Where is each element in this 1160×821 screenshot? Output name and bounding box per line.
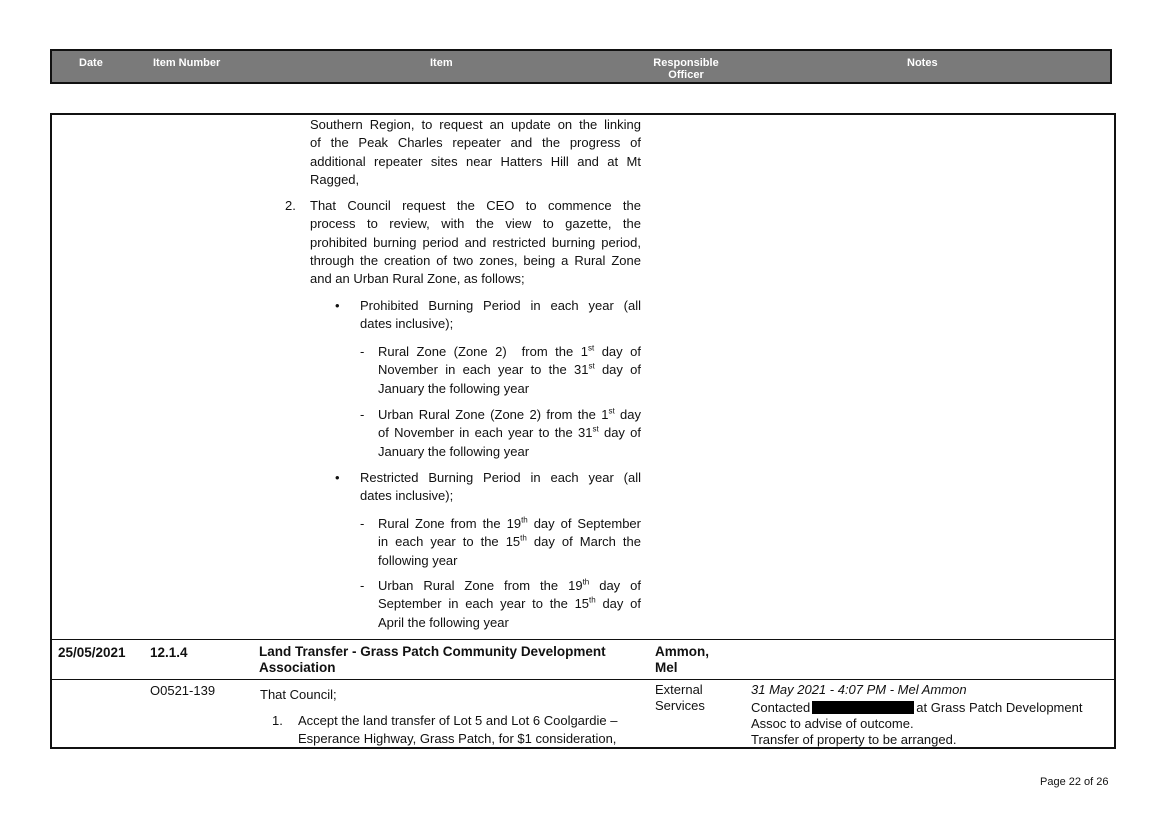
entry-title: Land Transfer - Grass Patch Community De… [259,644,606,676]
responsible-line1: External [655,682,703,697]
text-line: Accept the land transfer of Lot 5 and Lo… [298,713,618,728]
dash-icon: - [360,344,365,359]
dash-icon: - [360,578,365,593]
note-contacted: Contacted [751,700,811,715]
resolution-item-1: Accept the land transfer of Lot 5 and Lo… [298,712,641,749]
bullet-prohibited: Prohibited Burning Period in each year (… [360,297,641,334]
bullet-restricted: Restricted Burning Period in each year (… [360,469,641,506]
minutes-table: Southern Region, to request an update on… [50,113,1116,749]
header-responsible-officer: Responsible Officer [652,57,720,81]
text-line: through the creation of two zones, being… [310,252,641,268]
bullet-icon: • [335,470,340,485]
text-line: Esperance Highway, Grass Patch, for $1 c… [298,731,617,747]
entry-officer-line2: Mel [655,660,678,675]
table-header: Date Item Number Item Responsible Office… [50,49,1112,84]
page-number: Page 22 of 26 [1040,776,1109,788]
entry-date: 25/05/2021 [58,645,126,660]
dash-urban-rural-zone-restricted: Urban Rural Zone from the 19th day of Se… [378,577,642,630]
header-date: Date [79,57,103,69]
note-at: at Grass Patch Development [916,700,1083,715]
continued-paragraph: Southern Region, to request an update on… [310,116,641,189]
entry-officer-line1: Ammon, [655,644,709,659]
dash-urban-rural-zone-prohibited: Urban Rural Zone (Zone 2) from the 1st d… [378,406,642,459]
list-number: 1. [272,713,283,728]
text-line: Southern Region, to request an update on… [310,117,641,132]
resolution-item-2: That Council request the CEO to commence… [310,197,641,288]
text-line: additional repeater sites near Hatters H… [310,153,641,169]
header-officer-line1: Responsible [653,57,719,69]
row-divider [52,679,1114,680]
resolution-ref: O0521-139 [150,683,216,698]
dash-icon: - [360,516,365,531]
text-line: That Council request the CEO to commence… [310,198,641,213]
row-divider [52,639,1114,640]
header-notes: Notes [907,57,938,69]
entry-item-number: 12.1.4 [150,645,188,660]
text-line: prohibited burning period and restricted… [310,234,641,250]
list-number: 2. [285,198,296,213]
that-council: That Council; [260,687,337,702]
responsible-line2: Services [655,698,705,713]
note-line3: Transfer of property to be arranged. [751,732,957,747]
text-line: dates inclusive); [360,316,454,332]
header-officer-line2: Officer [668,69,704,81]
text-line: Restricted Burning Period in each year (… [360,470,641,485]
dash-rural-zone-prohibited: Rural Zone (Zone 2) from the 1st day of … [378,343,641,396]
entry-officer: Ammon, Mel [655,644,709,676]
responsible-directorate: External Services [655,682,705,714]
bullet-icon: • [335,298,340,313]
dash-rural-zone-restricted: Rural Zone from the 19th day of Septembe… [378,515,641,568]
text-line: Prohibited Burning Period in each year (… [360,298,641,313]
note-line2: Assoc to advise of outcome. [751,716,914,731]
entry-notes: 31 May 2021 - 4:07 PM - Mel Ammon Contac… [751,682,1082,748]
redaction-block [812,701,915,714]
text-line: process to review, with the view to gaze… [310,216,641,232]
text-line: and an Urban Rural Zone, as follows; [310,271,525,287]
note-line1: Contacted at Grass Patch Development [751,700,1082,716]
note-header: 31 May 2021 - 4:07 PM - Mel Ammon [751,682,967,697]
entry-title-line1: Land Transfer - Grass Patch Community De… [259,644,606,659]
text-line: Ragged, [310,171,360,187]
header-item-number: Item Number [153,57,221,69]
text-line: of the Peak Charles repeater and the pro… [310,135,641,151]
entry-title-line2: Association [259,660,336,675]
header-item: Item [430,57,453,69]
text-line: dates inclusive); [360,488,454,504]
dash-icon: - [360,407,365,422]
